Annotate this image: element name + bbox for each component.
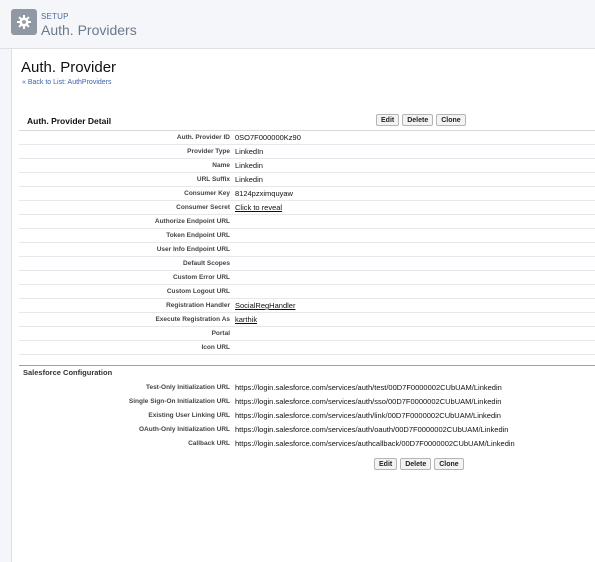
field-row: Icon URL bbox=[19, 341, 595, 355]
field-row: Auth. Provider ID 0SO7F000000Kz90 bbox=[19, 131, 595, 145]
field-row: URL Suffix Linkedin bbox=[19, 173, 595, 187]
field-label: Token Endpoint URL bbox=[166, 232, 230, 239]
field-label: Default Scopes bbox=[183, 260, 230, 267]
field-label: Consumer Secret bbox=[176, 204, 230, 211]
sf-field-value: https://login.salesforce.com/services/au… bbox=[235, 439, 515, 448]
sf-field-row: OAuth-Only Initialization URL https://lo… bbox=[19, 423, 595, 437]
field-label: Icon URL bbox=[201, 344, 230, 351]
field-value: Linkedin bbox=[235, 161, 263, 170]
field-row: Default Scopes bbox=[19, 257, 595, 271]
field-row: Custom Error URL bbox=[19, 271, 595, 285]
field-label: Custom Logout URL bbox=[166, 288, 230, 295]
sf-field-row: Existing User Linking URL https://login.… bbox=[19, 409, 595, 423]
sf-field-label: Single Sign-On Initialization URL bbox=[128, 398, 230, 405]
salesforce-section-title: Salesforce Configuration bbox=[23, 368, 113, 377]
field-value: 8124pzximquyaw bbox=[235, 189, 293, 198]
field-value: LinkedIn bbox=[235, 147, 264, 156]
field-row: Consumer Key 8124pzximquyaw bbox=[19, 187, 595, 201]
click-to-reveal-link[interactable]: Click to reveal bbox=[235, 203, 282, 212]
setup-label: SETUP bbox=[41, 12, 69, 21]
edit-button-bottom[interactable]: Edit bbox=[374, 458, 398, 470]
field-label: Name bbox=[212, 162, 230, 169]
page-title: Auth. Provider bbox=[21, 59, 117, 76]
field-row: User Info Endpoint URL bbox=[19, 243, 595, 257]
clone-button-bottom[interactable]: Clone bbox=[434, 458, 464, 470]
sf-field-row: Callback URL https://login.salesforce.co… bbox=[19, 437, 595, 451]
field-row: Name Linkedin bbox=[19, 159, 595, 173]
field-label: Auth. Provider ID bbox=[176, 134, 230, 141]
registration-handler-link[interactable]: SocialRegHandler bbox=[235, 301, 295, 310]
setup-header: SETUP Auth. Providers bbox=[0, 0, 595, 49]
header-title: Auth. Providers bbox=[41, 22, 137, 38]
sf-field-label: Callback URL bbox=[188, 440, 230, 447]
clone-button[interactable]: Clone bbox=[436, 114, 466, 126]
field-row: Consumer Secret Click to reveal bbox=[19, 201, 595, 215]
field-label: URL Suffix bbox=[196, 176, 230, 183]
field-label: Consumer Key bbox=[184, 190, 230, 197]
field-row: Portal bbox=[19, 327, 595, 341]
sf-field-value: https://login.salesforce.com/services/au… bbox=[235, 397, 502, 406]
sf-field-label: Existing User Linking URL bbox=[148, 412, 230, 419]
field-row: Token Endpoint URL bbox=[19, 229, 595, 243]
detail-section-title: Auth. Provider Detail bbox=[27, 116, 112, 126]
sf-field-value: https://login.salesforce.com/services/au… bbox=[235, 383, 502, 392]
execute-as-user-link[interactable]: karthik bbox=[235, 315, 257, 324]
field-row: Provider Type LinkedIn bbox=[19, 145, 595, 159]
field-value: Linkedin bbox=[235, 175, 263, 184]
field-label: Portal bbox=[211, 330, 230, 337]
field-label: User Info Endpoint URL bbox=[156, 246, 230, 253]
back-to-list-link[interactable]: « Back to List: AuthProviders bbox=[22, 79, 112, 86]
field-row: Execute Registration As karthik bbox=[19, 313, 595, 327]
sf-field-label: OAuth-Only Initialization URL bbox=[139, 426, 230, 433]
field-label: Registration Handler bbox=[166, 302, 230, 309]
field-label: Custom Error URL bbox=[172, 274, 230, 281]
field-row: Authorize Endpoint URL bbox=[19, 215, 595, 229]
field-label: Authorize Endpoint URL bbox=[154, 218, 230, 225]
edit-button[interactable]: Edit bbox=[376, 114, 400, 126]
field-value: 0SO7F000000Kz90 bbox=[235, 133, 301, 142]
sf-field-row: Single Sign-On Initialization URL https:… bbox=[19, 395, 595, 409]
sf-field-row: Test-Only Initialization URL https://log… bbox=[19, 381, 595, 395]
sf-field-label: Test-Only Initialization URL bbox=[145, 384, 230, 391]
delete-button[interactable]: Delete bbox=[402, 114, 434, 126]
main-panel: Auth. Provider « Back to List: AuthProvi… bbox=[11, 49, 595, 562]
field-row: Custom Logout URL bbox=[19, 285, 595, 299]
sf-field-value: https://login.salesforce.com/services/au… bbox=[235, 425, 509, 434]
delete-button-bottom[interactable]: Delete bbox=[400, 458, 432, 470]
field-label: Provider Type bbox=[187, 148, 230, 155]
field-label: Execute Registration As bbox=[155, 316, 230, 323]
detail-bottom-buttons: Edit Delete Clone bbox=[374, 458, 464, 470]
detail-top-buttons: Edit Delete Clone bbox=[376, 114, 466, 126]
gear-icon bbox=[11, 9, 37, 35]
salesforce-divider bbox=[19, 365, 595, 366]
field-row: Registration Handler SocialRegHandler bbox=[19, 299, 595, 313]
sf-field-value: https://login.salesforce.com/services/au… bbox=[235, 411, 501, 420]
